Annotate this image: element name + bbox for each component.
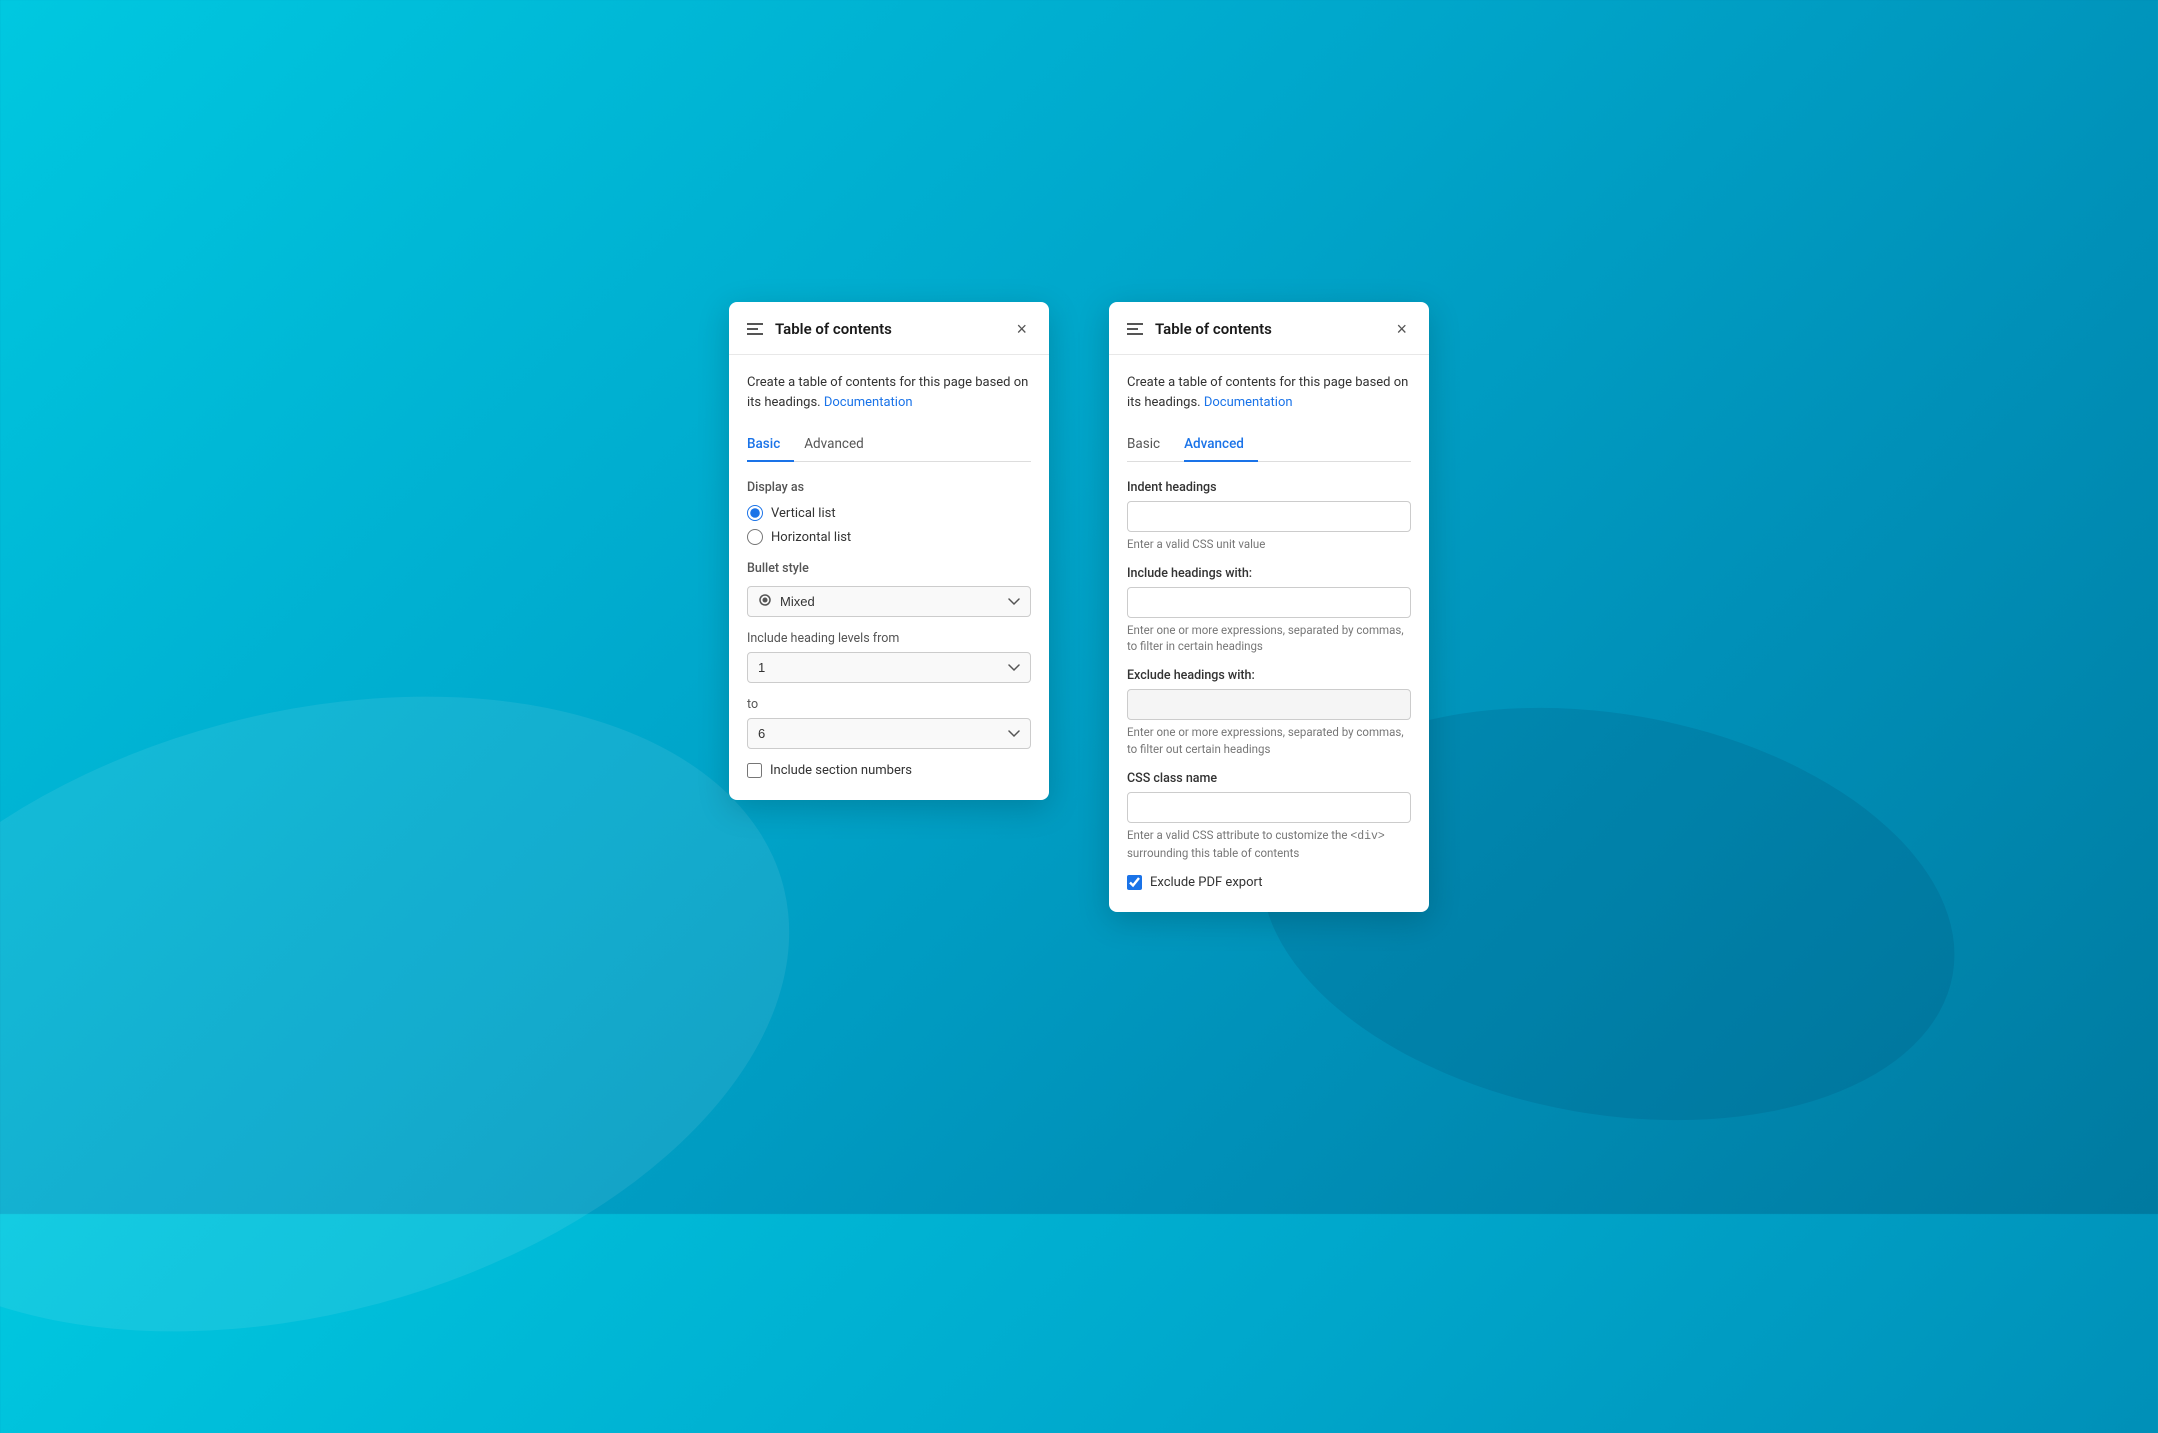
dialog-basic-header: Table of contents ×	[729, 302, 1049, 355]
display-as-group: Display as Vertical list Horizontal list	[747, 480, 1031, 545]
bullet-style-label: Bullet style	[747, 561, 1031, 576]
dialog-basic-body: Create a table of contents for this page…	[729, 355, 1049, 800]
dialog-basic-close-button[interactable]: ×	[1012, 318, 1031, 340]
dialog-advanced-doc-link[interactable]: Documentation	[1204, 395, 1293, 410]
exclude-pdf-option[interactable]: Exclude PDF export	[1127, 875, 1411, 890]
dialog-basic-doc-link[interactable]: Documentation	[824, 395, 913, 410]
exclude-headings-with-label: Exclude headings with:	[1127, 668, 1411, 683]
exclude-headings-with-group: Exclude headings with: Enter one or more…	[1127, 668, 1411, 756]
dialogs-container: Table of contents × Create a table of co…	[729, 302, 1429, 912]
indent-headings-input[interactable]	[1127, 501, 1411, 532]
to-label: to	[747, 697, 1031, 712]
bullet-style-select[interactable]: Mixed None Disc Circle Square	[747, 586, 1031, 617]
heading-levels-group: Include heading levels from 1 2 3 4 5 6	[747, 631, 1031, 683]
radio-vertical[interactable]: Vertical list	[747, 505, 1031, 521]
radio-vertical-input[interactable]	[747, 505, 763, 521]
indent-headings-hint: Enter a valid CSS unit value	[1127, 536, 1411, 552]
exclude-headings-with-input[interactable]	[1127, 689, 1411, 720]
tab-advanced-adv[interactable]: Advanced	[1184, 428, 1258, 462]
dialog-advanced-tabs: Basic Advanced	[1127, 428, 1411, 462]
include-headings-with-label: Include headings with:	[1127, 566, 1411, 581]
css-class-name-label: CSS class name	[1127, 771, 1411, 786]
indent-headings-label: Indent headings	[1127, 480, 1411, 495]
radio-group-display: Vertical list Horizontal list	[747, 505, 1031, 545]
include-headings-with-hint: Enter one or more expressions, separated…	[1127, 622, 1411, 654]
menu-icon-advanced	[1127, 323, 1143, 335]
bullet-style-group: Bullet style Mixed None Disc Circle Squa…	[747, 561, 1031, 617]
dialog-basic-description: Create a table of contents for this page…	[747, 373, 1031, 412]
include-headings-with-input[interactable]	[1127, 587, 1411, 618]
tab-basic[interactable]: Basic	[747, 428, 794, 462]
heading-levels-label: Include heading levels from	[747, 631, 1031, 646]
include-section-numbers-option[interactable]: Include section numbers	[747, 763, 1031, 778]
radio-vertical-label: Vertical list	[771, 506, 836, 521]
tab-basic-adv[interactable]: Basic	[1127, 428, 1174, 462]
dialog-advanced-title: Table of contents	[1155, 320, 1392, 338]
exclude-pdf-label: Exclude PDF export	[1150, 875, 1262, 890]
dialog-advanced-close-button[interactable]: ×	[1392, 318, 1411, 340]
dialog-advanced: Table of contents × Create a table of co…	[1109, 302, 1429, 912]
heading-from-select[interactable]: 1 2 3 4 5 6	[747, 652, 1031, 683]
dialog-basic-tabs: Basic Advanced	[747, 428, 1031, 462]
css-class-name-group: CSS class name Enter a valid CSS attribu…	[1127, 771, 1411, 861]
indent-headings-group: Indent headings Enter a valid CSS unit v…	[1127, 480, 1411, 552]
radio-horizontal[interactable]: Horizontal list	[747, 529, 1031, 545]
exclude-headings-with-hint: Enter one or more expressions, separated…	[1127, 724, 1411, 756]
tab-advanced[interactable]: Advanced	[804, 428, 878, 462]
dialog-basic: Table of contents × Create a table of co…	[729, 302, 1049, 800]
include-headings-with-group: Include headings with: Enter one or more…	[1127, 566, 1411, 654]
dialog-advanced-body: Create a table of contents for this page…	[1109, 355, 1429, 912]
exclude-pdf-checkbox[interactable]	[1127, 875, 1142, 890]
menu-icon	[747, 323, 763, 335]
dialog-advanced-description: Create a table of contents for this page…	[1127, 373, 1411, 412]
bullet-style-select-wrapper: Mixed None Disc Circle Square	[747, 586, 1031, 617]
dialog-advanced-header: Table of contents ×	[1109, 302, 1429, 355]
dialog-basic-title: Table of contents	[775, 320, 1012, 338]
heading-to-group: to 1 2 3 4 5 6	[747, 697, 1031, 749]
display-as-label: Display as	[747, 480, 1031, 495]
css-class-name-input[interactable]	[1127, 792, 1411, 823]
css-class-name-hint: Enter a valid CSS attribute to customize…	[1127, 827, 1411, 861]
radio-horizontal-label: Horizontal list	[771, 530, 851, 545]
include-section-numbers-label: Include section numbers	[770, 763, 912, 778]
radio-horizontal-input[interactable]	[747, 529, 763, 545]
include-section-numbers-checkbox[interactable]	[747, 763, 762, 778]
heading-to-select[interactable]: 1 2 3 4 5 6	[747, 718, 1031, 749]
